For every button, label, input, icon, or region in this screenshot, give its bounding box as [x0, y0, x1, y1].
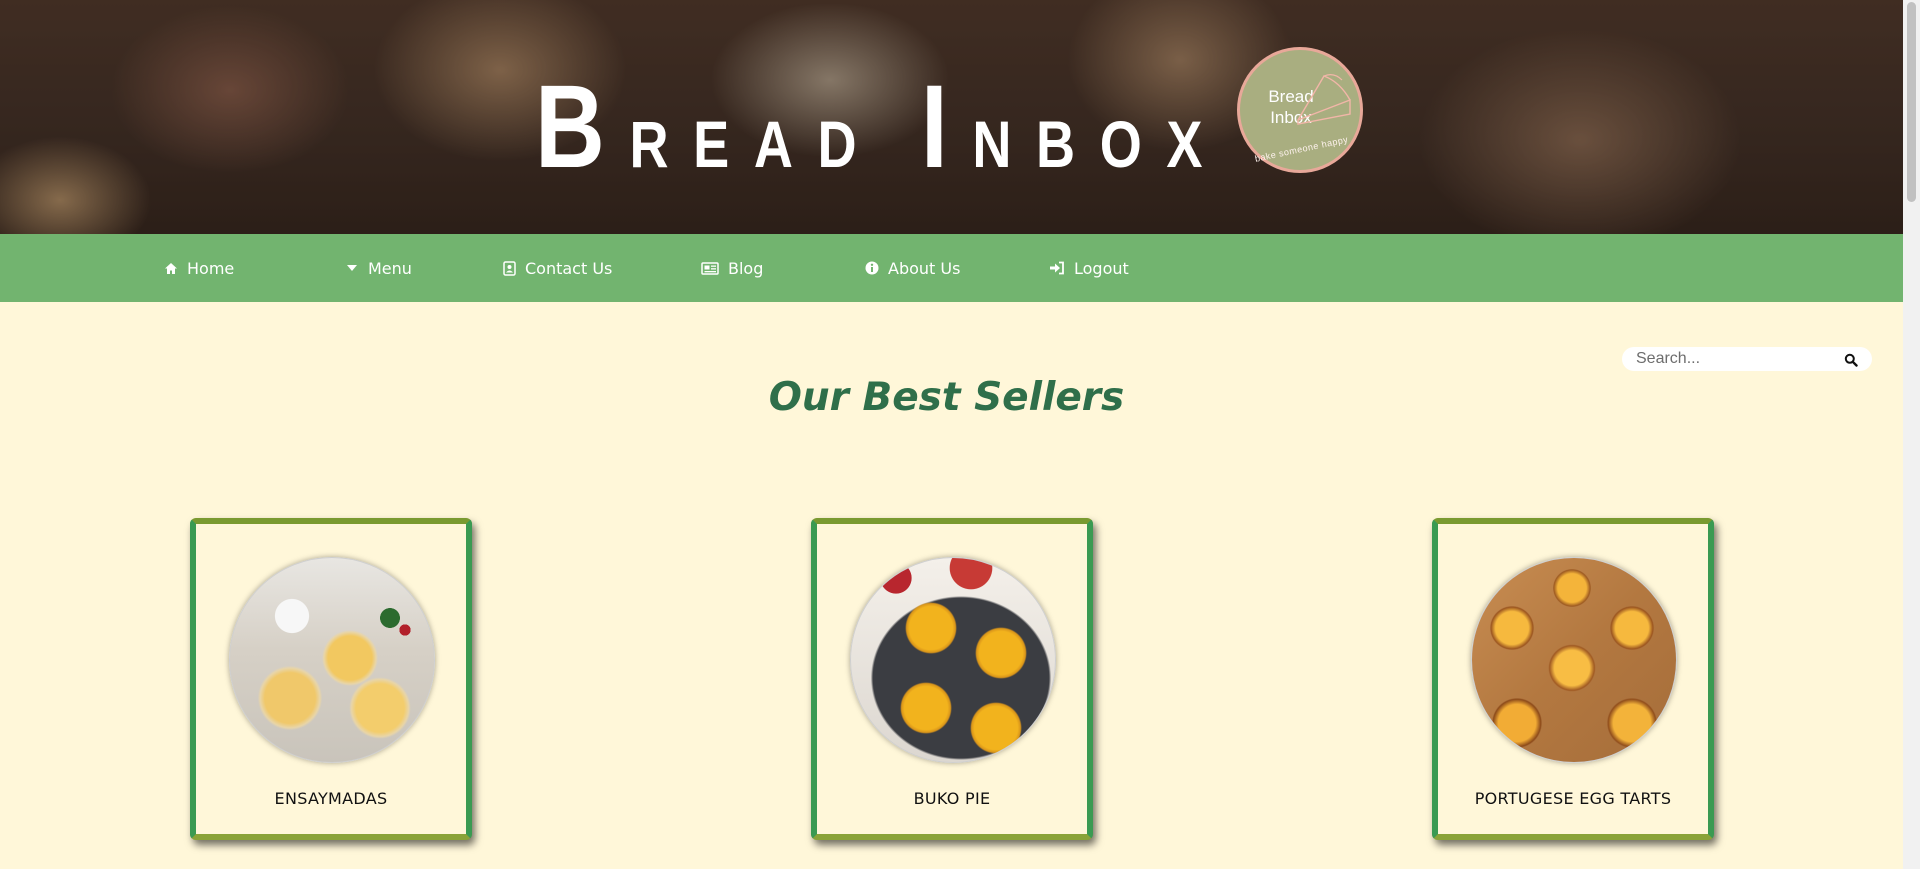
- newspaper-icon: [701, 261, 719, 275]
- scrollbar-thumb[interactable]: [1907, 2, 1916, 202]
- section-title: Our Best Sellers: [768, 375, 1125, 420]
- product-name: BUKO PIE: [913, 789, 991, 808]
- brand-logo[interactable]: Bread Inbox bake someone happy: [1237, 47, 1363, 173]
- nav-label: Home: [187, 258, 235, 278]
- main-nav: Home Menu Contact Us Blog About Us Logou…: [0, 234, 1903, 302]
- home-icon: [164, 261, 178, 275]
- nav-contact[interactable]: Contact Us: [502, 234, 612, 302]
- sign-in-icon: [1049, 261, 1065, 275]
- site-title: BREAD INBOX: [535, 68, 1228, 186]
- nav-label: Logout: [1074, 258, 1129, 278]
- header-banner: BREAD INBOX Bread Inbox bake someone hap…: [0, 0, 1903, 234]
- page-scrollbar[interactable]: [1903, 0, 1920, 869]
- nav-label: Contact Us: [525, 258, 613, 278]
- product-photo: [1471, 557, 1677, 763]
- product-photo: [850, 557, 1056, 763]
- nav-label: About Us: [888, 258, 961, 278]
- nav-label: Menu: [368, 258, 412, 278]
- logo-tagline: bake someone happy: [1253, 134, 1350, 164]
- title-rest: NBOX: [972, 107, 1228, 181]
- nav-label: Blog: [728, 258, 764, 278]
- nav-logout[interactable]: Logout: [1049, 234, 1129, 302]
- title-rest: READ: [629, 107, 921, 181]
- product-name: ENSAYMADAS: [274, 789, 388, 808]
- search-box: [1622, 347, 1872, 371]
- nav-home[interactable]: Home: [164, 234, 234, 302]
- caret-down-icon: [345, 261, 359, 275]
- product-card-ensaymadas[interactable]: ENSAYMADAS: [190, 518, 472, 840]
- product-card-buko-pie[interactable]: BUKO PIE: [811, 518, 1093, 840]
- pie-slice-icon: [1297, 74, 1351, 125]
- contact-book-icon: [502, 260, 516, 276]
- nav-menu[interactable]: Menu: [345, 234, 412, 302]
- search-icon[interactable]: [1844, 352, 1858, 367]
- nav-about[interactable]: About Us: [865, 234, 960, 302]
- product-photo: [229, 557, 435, 763]
- nav-blog[interactable]: Blog: [701, 234, 763, 302]
- info-icon: [865, 261, 879, 275]
- search-input[interactable]: [1634, 347, 1838, 371]
- title-initial: B: [535, 61, 630, 193]
- title-initial: I: [920, 61, 973, 193]
- product-card-egg-tarts[interactable]: PORTUGESE EGG TARTS: [1432, 518, 1714, 840]
- product-name: PORTUGESE EGG TARTS: [1474, 789, 1672, 808]
